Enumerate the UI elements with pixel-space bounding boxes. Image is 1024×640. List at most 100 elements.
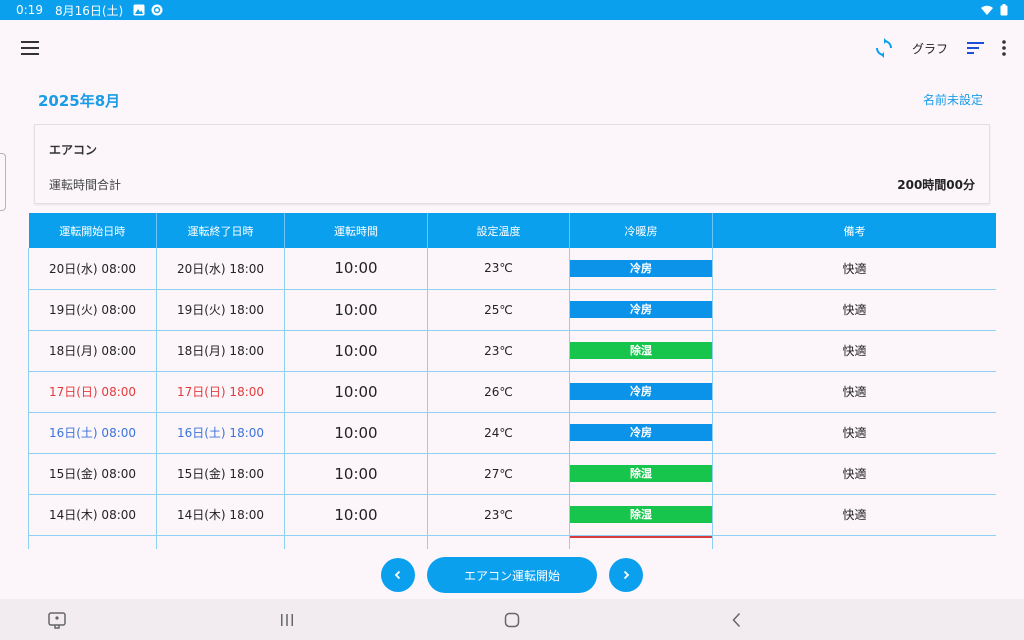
graph-button[interactable]: グラフ	[912, 40, 948, 57]
side-drawer-handle[interactable]	[0, 153, 6, 211]
chevron-left-icon	[394, 570, 401, 580]
cell-mode: 冷房	[569, 412, 713, 454]
cell-note: 快適	[712, 371, 996, 413]
cell-end-time: 20日(水) 18:00	[156, 248, 285, 290]
summary-card: エアコン 運転時間合計 200時間00分	[34, 124, 990, 204]
table-row[interactable]: 20日(水) 08:00 20日(水) 18:00 10:00 23℃ 冷房 快適	[28, 248, 996, 290]
home-icon[interactable]	[501, 609, 523, 631]
mode-badge: 冷房	[570, 259, 712, 277]
cell-set-temp: 26℃	[427, 371, 570, 413]
cell-note: 快適	[712, 289, 996, 331]
mode-badge: 除湿	[570, 342, 712, 359]
cell-end-time: 16日(土) 18:00	[156, 412, 285, 454]
cell-note: 快適	[712, 453, 996, 495]
cell-mode: 除湿	[569, 330, 713, 372]
header-duration: 運転時間	[284, 213, 428, 248]
header-set-temp: 設定温度	[427, 213, 570, 248]
cell-empty	[427, 535, 570, 549]
month-title: 2025年8月	[38, 92, 121, 110]
next-month-button[interactable]	[609, 558, 643, 592]
cell-duration: 10:00	[284, 494, 428, 536]
cell-start-time: 14日(木) 08:00	[28, 494, 157, 536]
gallery-notification-icon	[133, 4, 145, 16]
cell-mode	[569, 535, 713, 549]
refresh-icon[interactable]	[872, 36, 896, 60]
table-row[interactable]: 17日(日) 08:00 17日(日) 18:00 10:00 26℃ 冷房 快適	[28, 371, 996, 413]
cell-end-time: 17日(日) 18:00	[156, 371, 285, 413]
status-bar: 0:19 8月16日(土)	[0, 0, 1024, 20]
app-bar: グラフ	[0, 20, 1024, 76]
cell-end-time: 18日(月) 18:00	[156, 330, 285, 372]
cell-set-temp: 27℃	[427, 453, 570, 495]
battery-icon	[1000, 4, 1008, 16]
total-runtime-value: 200時間00分	[897, 178, 975, 192]
sort-icon[interactable]	[966, 38, 986, 58]
cell-mode: 除湿	[569, 494, 713, 536]
header-start-time: 運転開始日時	[28, 213, 157, 248]
cell-empty	[28, 535, 157, 549]
back-icon[interactable]	[726, 609, 748, 631]
table-row[interactable]: 18日(月) 08:00 18日(月) 18:00 10:00 23℃ 除湿 快適	[28, 330, 996, 372]
cell-mode: 冷房	[569, 289, 713, 331]
mode-badge-partial	[570, 535, 712, 538]
cell-set-temp: 24℃	[427, 412, 570, 454]
cell-note: 快適	[712, 248, 996, 290]
assistant-icon[interactable]	[46, 609, 68, 631]
mode-badge: 冷房	[570, 424, 712, 441]
cell-set-temp: 23℃	[427, 494, 570, 536]
mode-badge: 冷房	[570, 383, 712, 400]
cell-mode: 冷房	[569, 371, 713, 413]
cell-duration: 10:00	[284, 412, 428, 454]
cell-note: 快適	[712, 494, 996, 536]
cell-start-time: 17日(日) 08:00	[28, 371, 157, 413]
bottom-controls: エアコン運転開始	[0, 556, 1024, 594]
cell-start-time: 18日(月) 08:00	[28, 330, 157, 372]
wifi-icon	[981, 5, 993, 15]
header-end-time: 運転終了日時	[156, 213, 285, 248]
table-row[interactable]: 14日(木) 08:00 14日(木) 18:00 10:00 23℃ 除湿 快適	[28, 494, 996, 536]
device-name: エアコン	[49, 143, 98, 157]
prev-month-button[interactable]	[381, 558, 415, 592]
mode-badge: 除湿	[570, 465, 712, 482]
cell-duration: 10:00	[284, 330, 428, 372]
table-row-partial[interactable]	[28, 535, 996, 549]
table-header-row: 運転開始日時 運転終了日時 運転時間 設定温度 冷暖房 備考	[28, 213, 996, 248]
table-row[interactable]: 19日(火) 08:00 19日(火) 18:00 10:00 25℃ 冷房 快適	[28, 289, 996, 331]
cell-end-time: 14日(木) 18:00	[156, 494, 285, 536]
cell-set-temp: 25℃	[427, 289, 570, 331]
table-row[interactable]: 15日(金) 08:00 15日(金) 18:00 10:00 27℃ 除湿 快適	[28, 453, 996, 495]
cell-end-time: 19日(火) 18:00	[156, 289, 285, 331]
name-setting-link[interactable]: 名前未設定	[923, 91, 983, 108]
cell-mode: 除湿	[569, 453, 713, 495]
more-options-icon[interactable]	[1000, 38, 1008, 58]
total-runtime-label: 運転時間合計	[49, 178, 122, 192]
menu-icon[interactable]	[20, 38, 42, 58]
cell-start-time: 16日(土) 08:00	[28, 412, 157, 454]
cell-set-temp: 23℃	[427, 330, 570, 372]
cell-duration: 10:00	[284, 248, 428, 290]
header-mode: 冷暖房	[569, 213, 713, 248]
cell-empty	[284, 535, 428, 549]
cell-mode: 冷房	[569, 248, 713, 290]
cell-empty	[156, 535, 285, 549]
cell-note: 快適	[712, 330, 996, 372]
header-note: 備考	[712, 213, 996, 248]
cell-duration: 10:00	[284, 371, 428, 413]
cell-set-temp: 23℃	[427, 248, 570, 290]
system-nav-bar	[0, 599, 1024, 640]
start-aircon-button[interactable]: エアコン運転開始	[427, 557, 597, 593]
cell-start-time: 20日(水) 08:00	[28, 248, 157, 290]
table-row[interactable]: 16日(土) 08:00 16日(土) 18:00 10:00 24℃ 冷房 快適	[28, 412, 996, 454]
cell-empty	[712, 535, 996, 549]
operation-log-table[interactable]: 運転開始日時 運転終了日時 運転時間 設定温度 冷暖房 備考 20日(水) 08…	[28, 213, 996, 549]
chevron-right-icon	[623, 570, 630, 580]
recents-icon[interactable]	[276, 609, 298, 631]
mode-badge: 冷房	[570, 301, 712, 318]
cell-start-time: 19日(火) 08:00	[28, 289, 157, 331]
mode-badge: 除湿	[570, 506, 712, 523]
cell-start-time: 15日(金) 08:00	[28, 453, 157, 495]
cell-duration: 10:00	[284, 453, 428, 495]
sync-notification-icon	[151, 4, 163, 16]
cell-note: 快適	[712, 412, 996, 454]
status-date: 8月16日(土)	[54, 3, 124, 18]
